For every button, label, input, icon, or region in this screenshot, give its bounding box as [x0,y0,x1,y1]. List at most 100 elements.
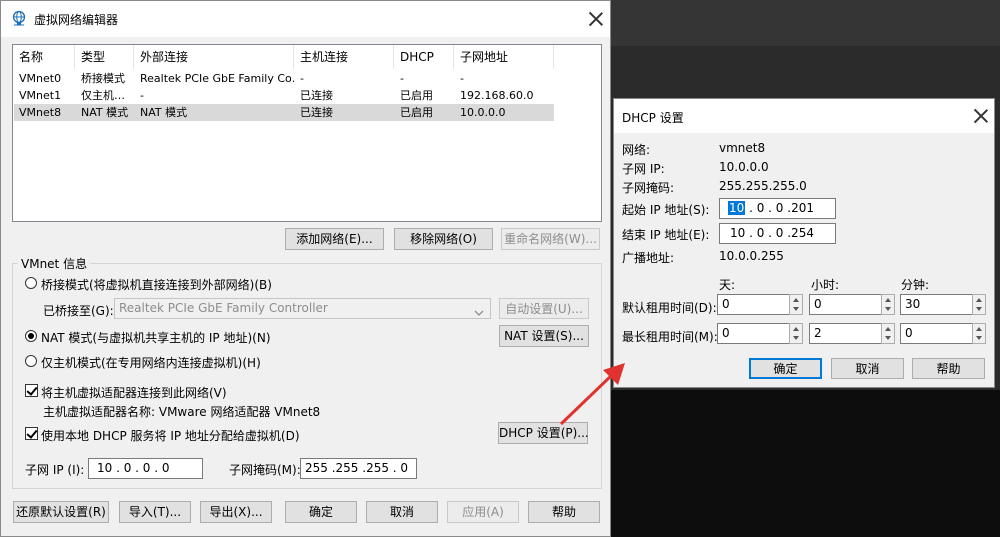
default-days-field[interactable]: 0 [717,294,791,315]
dhcp-help-button[interactable]: 帮助 [912,358,985,379]
start-ip-selected: 10 [728,201,746,215]
table-cell: VMnet8 [19,106,62,119]
vmnet-info-heading: VMnet 信息 [18,255,91,272]
column-header[interactable]: 主机连接 [294,45,394,69]
default-hours-spinner[interactable] [881,294,895,315]
column-header[interactable]: 名称 [13,45,75,69]
subnet-ip-field[interactable]: 10 . 0 . 0 . 0 [88,458,203,479]
hours-label: 小时: [811,278,840,292]
bridged-to-value: Realtek PCIe GbE Family Controller [119,301,328,315]
bridged-mode-label[interactable]: 桥接模式(将虚拟机直接连接到外部网络)(B) [41,276,272,293]
remove-network-button[interactable]: 移除网络(O) [394,228,493,250]
add-network-button[interactable]: 添加网络(E)... [285,228,384,250]
default-minutes-spinner[interactable] [972,294,986,315]
network-value: vmnet8 [719,141,766,155]
dhcp-settings-window: DHCP 设置 网络: vmnet8 子网 IP: 10.0.0.0 子网掩码:… [613,98,995,388]
subnet-mask-field[interactable]: 255 .255 .255 . 0 [300,458,417,479]
dhcp-window-title: DHCP 设置 [622,111,684,125]
vmnet-info-group [12,263,602,489]
window-title: 虚拟网络编辑器 [34,13,119,27]
desktop-background-lower [610,390,1000,537]
close-icon[interactable] [974,109,988,123]
close-icon[interactable] [589,12,603,26]
title-bar: 虚拟网络编辑器 [1,1,610,37]
max-hours-spinner[interactable] [881,323,895,344]
annotation-arrow-icon [559,363,625,426]
default-lease-label: 默认租用时间(D): [622,301,717,315]
connect-adapter-checkbox[interactable] [25,384,38,397]
dhcp-title-bar: DHCP 设置 [614,99,994,133]
subnet-ip-value: 10.0.0.0 [719,160,769,174]
table-cell: 10.0.0.0 [460,106,506,119]
help-button[interactable]: 帮助 [528,501,600,523]
subnet-mask-label: 子网掩码: [622,181,675,195]
subnet-mask-label: 子网掩码(M): [229,463,301,477]
column-header[interactable]: 子网地址 [454,45,554,69]
network-label: 网络: [622,143,651,157]
minutes-label: 分钟: [901,278,930,292]
table-cell: - [140,89,144,102]
max-hours-field[interactable]: 2 [809,323,883,344]
apply-button[interactable]: 应用(A) [447,501,519,523]
max-days-field[interactable]: 0 [717,323,791,344]
use-dhcp-checkbox[interactable] [25,427,38,440]
table-cell: - [460,72,464,85]
table-cell: 已连接 [300,89,333,102]
table-cell: 192.168.60.0 [460,89,534,102]
virtual-network-editor-window: 虚拟网络编辑器 名称 类型 外部连接 主机连接 DHCP 子网地址 VMnet0… [0,0,611,537]
nat-mode-radio[interactable] [25,330,37,342]
broadcast-value: 10.0.0.255 [719,249,784,263]
table-cell: 已启用 [400,106,433,119]
max-lease-label: 最长租用时间(M): [622,330,718,344]
cancel-button[interactable]: 取消 [366,501,438,523]
table-cell: - [400,72,404,85]
chevron-down-icon [474,304,484,323]
network-table[interactable]: 名称 类型 外部连接 主机连接 DHCP 子网地址 VMnet0 桥接模式 Re… [12,44,602,222]
subnet-mask-value: 255.255.255.0 [719,179,807,193]
days-label: 天: [719,278,736,292]
start-ip-rest: . 0 . 0 .201 [745,201,814,215]
column-header[interactable]: DHCP [394,45,454,69]
dhcp-ok-button[interactable]: 确定 [749,358,822,379]
table-cell: 仅主机… [81,89,125,102]
use-dhcp-label[interactable]: 使用本地 DHCP 服务将 IP 地址分配给虚拟机(D) [41,427,300,444]
host-only-mode-radio[interactable] [25,355,37,367]
end-ip-field[interactable]: 10 . 0 . 0 .254 [719,223,836,244]
table-cell: Realtek PCIe GbE Family Co… [140,72,294,85]
start-ip-field[interactable]: 10 . 0 . 0 .201 [719,198,836,219]
import-button[interactable]: 导入(T)... [119,501,191,523]
table-cell: 已连接 [300,106,333,119]
default-days-spinner[interactable] [789,294,803,315]
export-button[interactable]: 导出(X)... [200,501,272,523]
max-days-spinner[interactable] [789,323,803,344]
column-header[interactable]: 外部连接 [134,45,294,69]
rename-network-button[interactable]: 重命名网络(W)... [501,228,600,250]
table-cell: NAT 模式 [81,106,129,119]
table-cell: VMnet1 [19,89,62,102]
dhcp-cancel-button[interactable]: 取消 [831,358,904,379]
ok-button[interactable]: 确定 [285,501,357,523]
restore-defaults-button[interactable]: 还原默认设置(R) [13,501,109,523]
start-ip-label: 起始 IP 地址(S): [622,203,710,217]
default-minutes-field[interactable]: 30 [900,294,974,315]
bridged-mode-radio[interactable] [25,277,37,289]
adapter-name-text: 主机虚拟适配器名称: VMware 网络适配器 VMnet8 [43,405,321,419]
max-minutes-field[interactable]: 0 [900,323,974,344]
broadcast-label: 广播地址: [622,251,675,265]
max-minutes-spinner[interactable] [972,323,986,344]
table-cell: VMnet0 [19,72,62,85]
auto-settings-button[interactable]: 自动设置(U)... [499,298,589,319]
nat-mode-label[interactable]: NAT 模式(与虚拟机共享主机的 IP 地址)(N) [41,329,271,346]
default-hours-field[interactable]: 0 [809,294,883,315]
table-cell: NAT 模式 [140,106,188,119]
subnet-ip-label: 子网 IP: [622,162,665,176]
host-only-mode-label[interactable]: 仅主机模式(在专用网络内连接虚拟机)(H) [41,354,261,371]
column-header[interactable]: 类型 [75,45,134,69]
subnet-ip-label: 子网 IP (I): [25,463,85,477]
connect-adapter-label[interactable]: 将主机虚拟适配器连接到此网络(V) [41,384,227,401]
network-globe-icon [11,10,27,29]
bridged-to-select[interactable]: Realtek PCIe GbE Family Controller [114,298,491,319]
end-ip-label: 结束 IP 地址(E): [622,228,710,242]
nat-settings-button[interactable]: NAT 设置(S)... [499,325,589,347]
bridged-to-label: 已桥接至(G): [43,304,114,318]
